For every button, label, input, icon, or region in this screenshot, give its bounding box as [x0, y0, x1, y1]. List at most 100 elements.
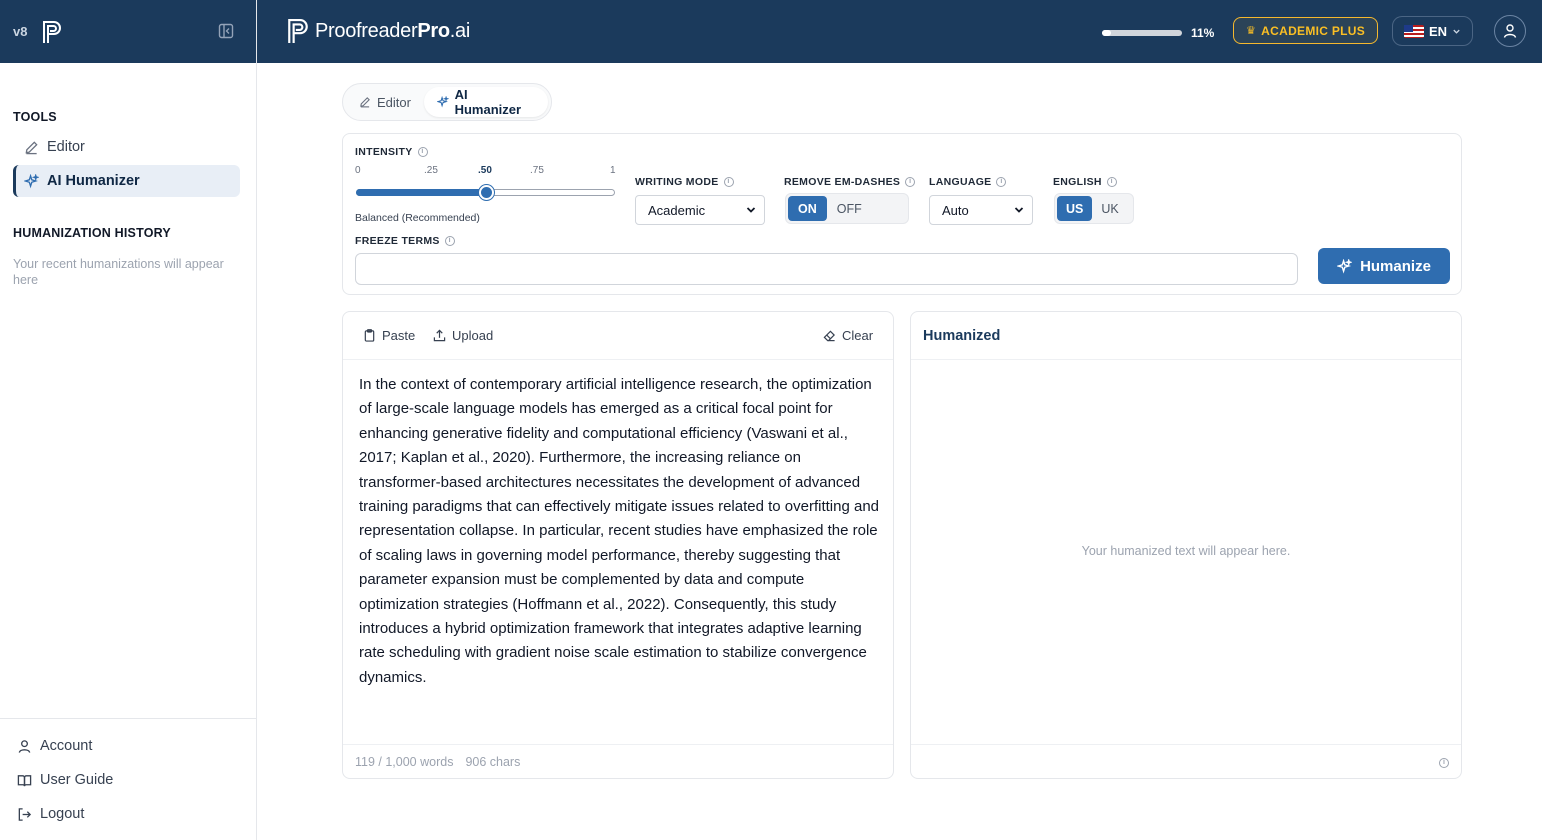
- writing-mode-label: WRITING MODE i: [635, 176, 734, 188]
- clear-button-label: Clear: [842, 328, 874, 343]
- brand-logo[interactable]: Proofreader Pro .ai: [286, 17, 470, 45]
- user-guide-link-label: User Guide: [40, 772, 114, 788]
- intensity-caption: Balanced (Recommended): [355, 212, 480, 224]
- clear-button[interactable]: Clear: [823, 328, 873, 343]
- output-title: Humanized: [923, 328, 1001, 344]
- usage-fill: [1102, 30, 1111, 36]
- account-link-label: Account: [40, 738, 93, 754]
- humanizer-settings: INTENSITY i 0 .25 .50 .75 1 Balanced (Re…: [342, 133, 1462, 295]
- english-label-text: ENGLISH: [1053, 176, 1102, 188]
- plan-badge-label: ACADEMIC PLUS: [1261, 23, 1366, 38]
- language-value: Auto: [942, 202, 969, 218]
- english-us-option[interactable]: US: [1057, 196, 1093, 221]
- word-count: 119 / 1,000 words: [355, 754, 454, 769]
- clipboard-icon: [364, 329, 375, 342]
- english-variant-label: ENGLISH i: [1053, 176, 1117, 188]
- language-selector[interactable]: EN: [1392, 16, 1473, 46]
- version-label: v8: [13, 24, 28, 39]
- user-guide-link[interactable]: User Guide: [17, 772, 113, 788]
- paste-button[interactable]: Paste: [363, 328, 415, 343]
- intensity-label-text: INTENSITY: [355, 146, 413, 158]
- chevron-down-icon: [1014, 207, 1024, 213]
- language-label-text: LANGUAGE: [929, 176, 992, 188]
- tab-label: Editor: [377, 94, 411, 110]
- tab-editor[interactable]: Editor: [346, 87, 424, 117]
- english-uk-option[interactable]: UK: [1092, 196, 1127, 221]
- pencil-icon: [25, 140, 38, 154]
- freeze-terms-label-text: FREEZE TERMS: [355, 235, 440, 247]
- history-empty-text: Your recent humanizations will appear he…: [13, 257, 224, 287]
- em-dash-label: REMOVE EM-DASHES i: [784, 176, 916, 188]
- logout-icon: [18, 807, 32, 821]
- sidebar-footer-divider: [0, 718, 256, 719]
- intensity-slider[interactable]: [356, 185, 615, 200]
- info-icon[interactable]: i: [1106, 177, 1117, 187]
- intensity-slider-thumb[interactable]: [478, 185, 494, 200]
- upload-icon: [433, 329, 446, 342]
- em-dash-label-text: REMOVE EM-DASHES: [784, 176, 901, 188]
- collapse-sidebar-icon[interactable]: [218, 23, 234, 39]
- sidebar-item-label: AI Humanizer: [47, 173, 140, 189]
- tick-label: .75: [530, 165, 544, 176]
- writing-mode-select[interactable]: Academic: [635, 195, 765, 225]
- usage-meter: 11%: [1102, 26, 1214, 40]
- upload-button-label: Upload: [452, 328, 494, 343]
- history-heading: HUMANIZATION HISTORY: [13, 226, 171, 240]
- brand-name-suffix: .ai: [449, 19, 471, 42]
- tools-heading: TOOLS: [13, 110, 57, 124]
- em-dash-on-option[interactable]: ON: [788, 196, 827, 221]
- info-icon[interactable]: i: [996, 177, 1007, 187]
- sidebar-item-ai-humanizer[interactable]: AI Humanizer: [13, 165, 240, 197]
- sidebar-item-editor[interactable]: Editor: [13, 131, 240, 163]
- logout-link[interactable]: Logout: [17, 806, 84, 822]
- input-textarea[interactable]: In the context of contemporary artificia…: [359, 373, 881, 690]
- humanize-button-label: Humanize: [1360, 257, 1431, 275]
- book-icon: [17, 774, 32, 786]
- us-flag-icon: [1403, 24, 1424, 38]
- tick-label: 0: [355, 165, 361, 176]
- tick-label: 1: [610, 165, 616, 176]
- info-icon[interactable]: i: [417, 147, 428, 157]
- info-icon[interactable]: i: [723, 177, 734, 187]
- user-icon: [18, 739, 31, 753]
- crown-icon: ♛: [1246, 25, 1257, 37]
- info-icon[interactable]: i: [444, 236, 455, 246]
- freeze-terms-input[interactable]: [355, 253, 1298, 285]
- paste-button-label: Paste: [382, 328, 416, 343]
- input-footer: 119 / 1,000 words 906 chars: [343, 744, 893, 778]
- chevron-down-icon: [746, 207, 756, 213]
- language-label: LANGUAGE i: [929, 176, 1007, 188]
- sidebar-header: v8: [0, 0, 256, 63]
- eraser-icon: [823, 330, 835, 342]
- intensity-slider-fill: [356, 189, 485, 196]
- writing-mode-label-text: WRITING MODE: [635, 176, 719, 188]
- tab-label: AI Humanizer: [454, 87, 522, 117]
- input-toolbar: Paste Upload Clear: [343, 312, 893, 360]
- sparkles-icon: [1337, 258, 1353, 274]
- sidebar: v8 TOOLS Editor AI Humanizer HUMANIZATIO…: [0, 0, 257, 840]
- info-icon[interactable]: i: [1439, 758, 1449, 768]
- language-select[interactable]: Auto: [929, 195, 1033, 225]
- logo-icon[interactable]: [41, 20, 63, 44]
- sparkles-icon: [24, 173, 39, 188]
- top-bar: Proofreader Pro .ai 11% ♛ ACADEMIC PLUS EN: [257, 0, 1542, 63]
- logo-icon: [288, 19, 308, 43]
- em-dash-off-option[interactable]: OFF: [827, 196, 872, 221]
- tick-label: .25: [424, 165, 438, 176]
- language-selector-label: EN: [1428, 23, 1448, 39]
- plan-badge[interactable]: ♛ ACADEMIC PLUS: [1233, 17, 1379, 44]
- char-count: 906 chars: [465, 754, 521, 769]
- brand-name-light: Proofreader: [315, 19, 418, 42]
- output-footer: i: [911, 744, 1461, 778]
- upload-button[interactable]: Upload: [433, 328, 493, 343]
- account-link[interactable]: Account: [17, 738, 92, 754]
- sparkles-icon: [436, 96, 449, 108]
- brand-name-bold: Pro: [417, 19, 450, 42]
- avatar[interactable]: [1494, 15, 1526, 47]
- info-icon[interactable]: i: [905, 177, 916, 187]
- intensity-ticks: 0 .25 .50 .75 1: [355, 165, 617, 177]
- mode-tabs: Editor AI Humanizer: [342, 83, 552, 121]
- humanize-button[interactable]: Humanize: [1318, 248, 1450, 284]
- tab-ai-humanizer[interactable]: AI Humanizer: [423, 87, 548, 117]
- writing-mode-value: Academic: [648, 202, 706, 218]
